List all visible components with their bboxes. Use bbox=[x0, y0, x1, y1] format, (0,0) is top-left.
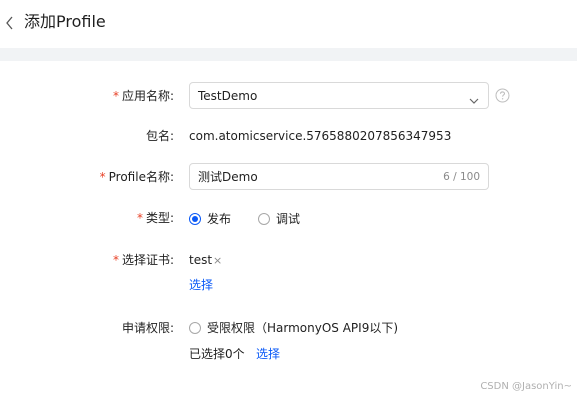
chevron-down-icon bbox=[468, 91, 480, 104]
type-debug-label[interactable]: 调试 bbox=[276, 211, 300, 227]
header-divider-band bbox=[0, 48, 577, 61]
back-icon[interactable] bbox=[4, 14, 16, 32]
type-release-radio[interactable] bbox=[189, 213, 201, 225]
required-mark: * bbox=[99, 170, 106, 184]
app-name-select[interactable]: TestDemo bbox=[189, 82, 489, 109]
required-mark: * bbox=[136, 211, 143, 225]
help-icon[interactable] bbox=[495, 88, 510, 103]
package-value: com.atomicservice.5765880207856347953 bbox=[189, 129, 452, 143]
app-name-label: * 应用名称: bbox=[113, 88, 174, 104]
required-mark: * bbox=[112, 253, 119, 267]
profile-name-label: * Profile名称: bbox=[100, 169, 174, 185]
restricted-permission-label[interactable]: 受限权限（HarmonyOS API9以下) bbox=[207, 320, 398, 336]
select-certificate-link[interactable]: 选择 bbox=[189, 277, 213, 293]
char-counter: 6 / 100 bbox=[443, 171, 480, 183]
type-label-text: 类型: bbox=[145, 211, 174, 225]
profile-name-value: 测试Demo bbox=[198, 170, 258, 184]
app-name-label-text: 应用名称: bbox=[121, 89, 174, 103]
required-mark: * bbox=[112, 89, 119, 103]
certificate-tag: test× bbox=[189, 252, 222, 268]
package-label: 包名: bbox=[145, 129, 174, 143]
close-icon[interactable]: × bbox=[213, 253, 222, 269]
watermark: CSDN @JasonYin~ bbox=[480, 381, 572, 392]
type-release-label[interactable]: 发布 bbox=[207, 211, 231, 227]
restricted-permission-radio[interactable] bbox=[189, 322, 201, 334]
page-title: 添加Profile bbox=[24, 12, 106, 31]
app-name-value: TestDemo bbox=[198, 89, 258, 103]
profile-name-input[interactable]: 测试Demo 6 / 100 bbox=[189, 163, 489, 190]
profile-name-label-text: Profile名称: bbox=[108, 170, 174, 184]
selected-count: 已选择0个 bbox=[189, 347, 245, 361]
type-label: * 类型: bbox=[137, 210, 174, 226]
certificate-label-text: 选择证书: bbox=[121, 253, 174, 267]
certificate-label: * 选择证书: bbox=[113, 252, 174, 268]
certificate-tag-text: test bbox=[189, 253, 213, 267]
select-permission-link[interactable]: 选择 bbox=[256, 346, 280, 362]
page-header: 添加Profile bbox=[0, 0, 577, 48]
permission-label: 申请权限: bbox=[121, 321, 174, 335]
type-debug-radio[interactable] bbox=[258, 213, 270, 225]
